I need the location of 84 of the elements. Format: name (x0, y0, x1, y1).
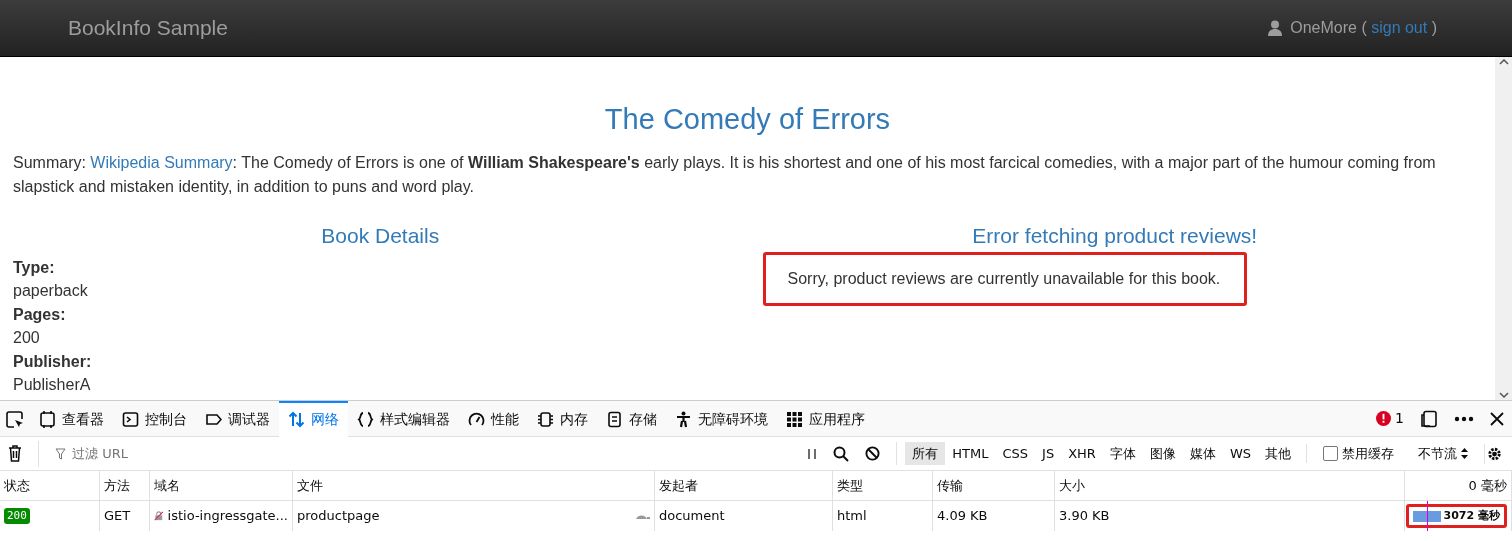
devtools-tab[interactable]: 内存 (528, 400, 597, 437)
trash-icon[interactable] (8, 445, 22, 462)
timeline-header: 0 毫秒 (1405, 471, 1512, 500)
gauge-icon (468, 411, 485, 428)
section-heading: Book Details (320, 222, 441, 248)
throttle-dropdown[interactable]: 不节流 (1418, 443, 1468, 464)
summary-text: Summary: Wikipedia Summary: The Comedy of Errors is one of William Shakespeare's early plays. It is his shortest and one of his most farcical comedies, with a major part of the humour coming from slapstick and mistaken identity, in addition to puns and word play. (13, 152, 1437, 197)
block-icon[interactable] (865, 446, 881, 461)
dock-icon[interactable] (1420, 409, 1438, 428)
type-filter[interactable]: 其他 (1258, 441, 1298, 466)
scroll-down-icon[interactable] (1498, 392, 1509, 398)
column-header[interactable]: 文件 (293, 471, 655, 500)
picker-icon (6, 410, 24, 429)
grid-icon (786, 411, 803, 428)
type-filter[interactable]: 所有 (905, 441, 946, 466)
column-header[interactable]: 传输 (933, 471, 1055, 500)
devtools-tab[interactable]: 控制台 (113, 400, 196, 437)
wikipedia-link[interactable]: Wikipedia Summary (90, 153, 233, 171)
insecure-lock-icon (154, 509, 164, 523)
table-cell: html (833, 501, 933, 531)
braces-icon (357, 411, 374, 428)
sort-arrows-icon (1461, 448, 1468, 459)
timing-bar (1412, 510, 1441, 522)
devtools-tab[interactable]: 无障碍环境 (666, 400, 777, 437)
column-header[interactable]: 类型 (833, 471, 933, 500)
error-count[interactable]: 1 (1395, 408, 1404, 429)
devtools-tab[interactable]: 调试器 (196, 400, 279, 437)
type-filter[interactable]: HTML (945, 441, 996, 466)
type-filter[interactable]: 图像 (1142, 441, 1183, 466)
disable-cache-checkbox[interactable]: 禁用缓存 (1306, 443, 1394, 464)
search-icon[interactable] (833, 445, 850, 462)
user-icon (1268, 20, 1283, 36)
type-filter[interactable]: WS (1222, 441, 1258, 466)
table-cell: GET (100, 501, 150, 531)
error-icon (1376, 411, 1392, 426)
field-label: Publisher: (13, 352, 93, 372)
column-header[interactable]: 域名 (150, 471, 293, 500)
field-value: paperback (13, 281, 89, 301)
devtools-tab[interactable]: 网络 (279, 400, 348, 437)
devtools-tab[interactable]: 性能 (459, 400, 528, 437)
type-filter[interactable]: XHR (1061, 441, 1103, 466)
scrollbar[interactable] (1495, 57, 1512, 400)
arrows-icon (288, 411, 305, 428)
table-cell-text: istio-ingressgate... (167, 507, 288, 526)
filter-icon (55, 447, 66, 460)
timing-label: 3072 毫秒 (1443, 507, 1500, 524)
field-label: Pages: (13, 305, 67, 325)
filter-field[interactable]: 过滤 URL (70, 442, 670, 465)
settings-icon[interactable] (1484, 443, 1504, 464)
error-heading: Error fetching product reviews! (971, 222, 1259, 248)
column-header[interactable]: 发起者 (655, 471, 833, 500)
table-cell: document (655, 501, 833, 531)
type-filter[interactable]: 字体 (1102, 441, 1143, 466)
table-cell: 3.90 KB (1055, 501, 1405, 531)
devtools-tab[interactable]: 样式编辑器 (348, 400, 459, 437)
field-label: Type: (13, 258, 56, 278)
more-icon[interactable] (1454, 415, 1474, 422)
column-header[interactable]: 大小 (1055, 471, 1405, 500)
column-header[interactable]: 方法 (100, 471, 150, 500)
storage-icon (606, 411, 623, 428)
book-title: The Comedy of Errors (603, 102, 892, 137)
field-value: 200 (13, 328, 41, 348)
frame-icon (39, 411, 56, 428)
close-icon[interactable] (1490, 411, 1504, 426)
person-icon (675, 411, 692, 428)
chip-icon (537, 411, 554, 428)
devtools-tab[interactable]: 存储 (597, 400, 666, 437)
user-status: OneMore ( sign out ) (1290, 18, 1437, 38)
devtools-tab[interactable]: 应用程序 (777, 400, 874, 437)
pause-icon[interactable] (807, 447, 818, 460)
type-filter[interactable]: 媒体 (1182, 441, 1223, 466)
field-value: PublisherA (13, 375, 92, 395)
error-message: Sorry, product reviews are currently unavailable for this book. (787, 270, 1221, 287)
column-header[interactable]: 状态 (0, 471, 100, 500)
type-filter[interactable]: CSS (995, 441, 1036, 466)
brand-title[interactable]: BookInfo Sample (68, 12, 228, 44)
tag-icon (205, 411, 222, 428)
status-badge: 200 (4, 507, 30, 525)
terminal-icon (122, 411, 139, 428)
table-cell-text: productpage (297, 507, 380, 526)
scroll-up-icon[interactable] (1498, 59, 1509, 65)
table-cell: 4.09 KB (933, 501, 1055, 531)
type-filter[interactable]: JS (1035, 441, 1062, 466)
devtools-tab[interactable]: 查看器 (30, 400, 113, 437)
